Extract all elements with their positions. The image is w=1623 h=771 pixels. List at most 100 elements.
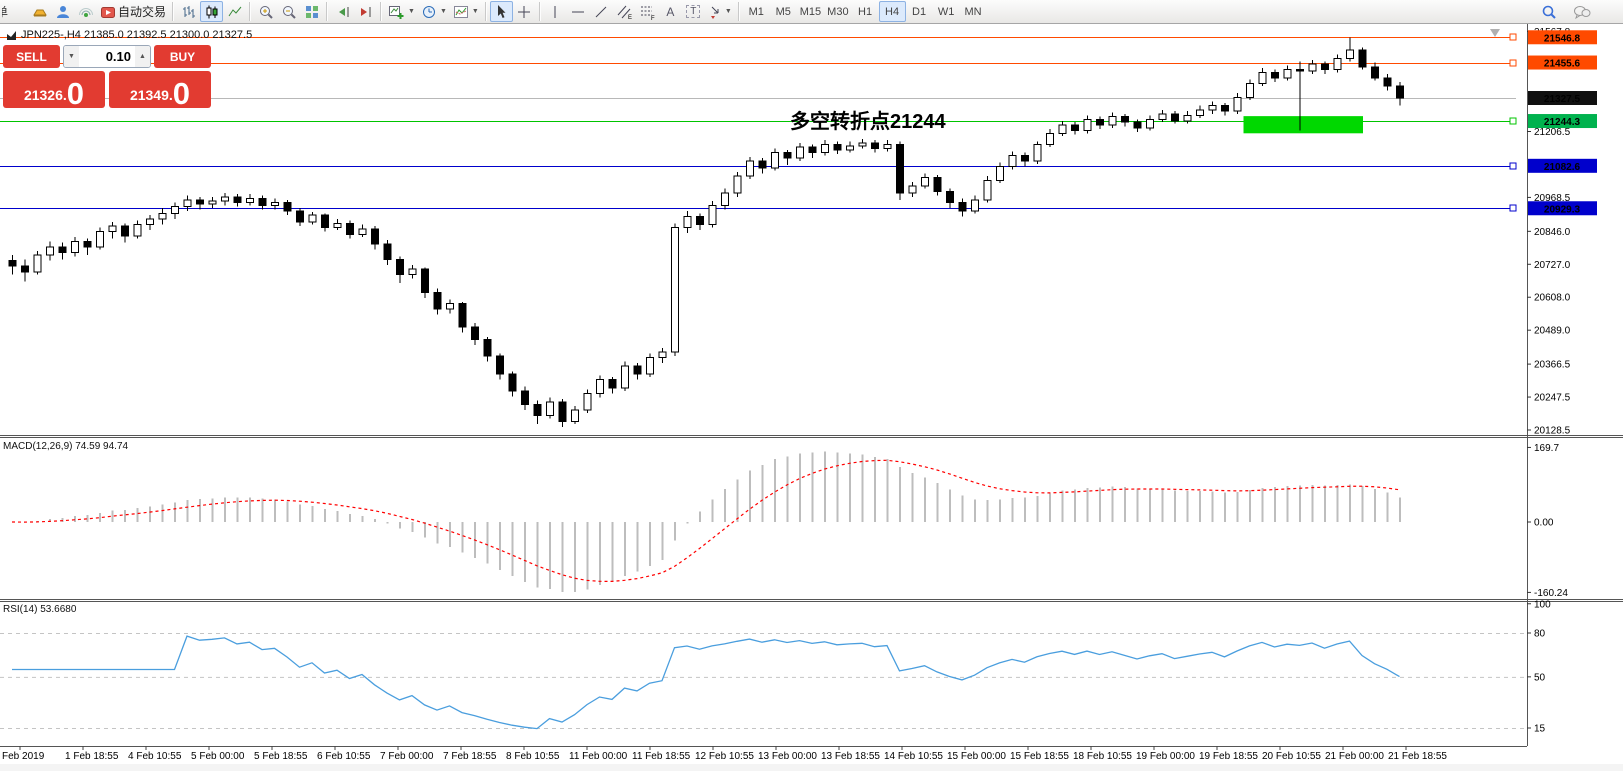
time-label[interactable]: 7 Feb 18:55 xyxy=(443,751,497,762)
highlight-rectangle[interactable] xyxy=(1244,116,1364,133)
timeframe-m1[interactable]: M1 xyxy=(743,1,770,22)
candle-body xyxy=(809,147,816,153)
line-handle[interactable] xyxy=(1510,34,1516,40)
community-button[interactable] xyxy=(51,1,74,22)
timeframe-mn[interactable]: MN xyxy=(960,1,987,22)
signal-button[interactable] xyxy=(74,1,97,22)
price-badge-label: 21244.3 xyxy=(1544,117,1581,128)
fibonacci-button[interactable]: F xyxy=(636,1,659,22)
candle-body xyxy=(134,225,141,236)
time-label[interactable]: 5 Feb 00:00 xyxy=(191,751,245,762)
time-label[interactable]: 14 Feb 10:55 xyxy=(884,751,943,762)
volume-input[interactable] xyxy=(79,46,135,67)
time-label[interactable]: 8 Feb 10:55 xyxy=(506,751,560,762)
candle-body xyxy=(1297,70,1304,71)
toolbar-separator xyxy=(738,2,740,21)
vertical-line-button[interactable] xyxy=(544,1,567,22)
candle-body xyxy=(72,241,79,252)
sell-button[interactable]: SELL xyxy=(3,45,60,68)
chat-button[interactable] xyxy=(1570,1,1594,22)
zoom-in-button[interactable] xyxy=(254,1,277,22)
volume-decrease-button[interactable]: ▼ xyxy=(64,46,79,67)
time-label[interactable]: 13 Feb 00:00 xyxy=(758,751,817,762)
time-label[interactable]: 21 Feb 00:00 xyxy=(1325,751,1384,762)
channel-button[interactable]: E xyxy=(613,1,636,22)
line-handle[interactable] xyxy=(1510,205,1516,211)
time-label[interactable]: 12 Feb 10:55 xyxy=(695,751,754,762)
time-label[interactable]: 5 Feb 18:55 xyxy=(254,751,308,762)
timeframe-m30[interactable]: M30 xyxy=(824,1,851,22)
timeframe-m15[interactable]: M15 xyxy=(797,1,824,22)
svg-text:E: E xyxy=(628,15,632,20)
time-label[interactable]: 19 Feb 00:00 xyxy=(1136,751,1195,762)
text-label-tool-label: T xyxy=(686,5,700,18)
time-label[interactable]: 20 Feb 10:55 xyxy=(1262,751,1321,762)
auto-scroll-button[interactable] xyxy=(331,1,354,22)
candle-body xyxy=(497,356,504,374)
zoom-out-button[interactable] xyxy=(277,1,300,22)
volume-increase-button[interactable]: ▲ xyxy=(135,46,150,67)
annotation-text[interactable]: 多空转折点21244 xyxy=(790,109,946,133)
candle-body xyxy=(572,410,579,421)
time-label[interactable]: 6 Feb 10:55 xyxy=(317,751,371,762)
buy-button[interactable]: BUY xyxy=(154,45,211,68)
trendline-button[interactable] xyxy=(590,1,613,22)
clipped-toolbar-button[interactable]: 单 xyxy=(1,0,26,23)
chart-canvas[interactable]: 多空转折点2124421567.821206.520968.520846.020… xyxy=(0,0,1623,771)
candlestick-chart-button[interactable] xyxy=(200,1,223,22)
time-label[interactable]: 18 Feb 10:55 xyxy=(1073,751,1132,762)
candle-body xyxy=(1247,83,1254,97)
candle-body xyxy=(1347,50,1354,58)
timeframe-m5[interactable]: M5 xyxy=(770,1,797,22)
cursor-button[interactable] xyxy=(490,1,513,22)
time-label[interactable]: 15 Feb 18:55 xyxy=(1010,751,1069,762)
sell-price-box[interactable]: 21326.0 xyxy=(3,71,105,108)
line-handle[interactable] xyxy=(1510,163,1516,169)
horizontal-line-button[interactable] xyxy=(567,1,590,22)
timeframe-d1[interactable]: D1 xyxy=(906,1,933,22)
time-label[interactable]: 19 Feb 18:55 xyxy=(1199,751,1258,762)
line-handle[interactable] xyxy=(1510,60,1516,66)
search-button[interactable] xyxy=(1537,1,1560,22)
time-label[interactable]: 11 Feb 18:55 xyxy=(632,751,691,762)
indicators-icon xyxy=(453,4,469,20)
time-label[interactable]: 4 Feb 10:55 xyxy=(128,751,182,762)
candle-body xyxy=(372,229,379,244)
time-label[interactable]: 7 Feb 00:00 xyxy=(380,751,434,762)
new-order-button[interactable] xyxy=(28,1,51,22)
scroll-end-marker[interactable] xyxy=(1490,29,1500,37)
time-label[interactable]: 15 Feb 00:00 xyxy=(947,751,1006,762)
timeframe-w1[interactable]: W1 xyxy=(933,1,960,22)
new-chart-button[interactable]: ▼ xyxy=(385,1,418,22)
time-label[interactable]: 21 Feb 18:55 xyxy=(1388,751,1447,762)
equidistant-channel-icon: E xyxy=(616,4,633,20)
arrows-menu-button[interactable]: ▼ xyxy=(705,1,735,22)
time-label[interactable]: Feb 2019 xyxy=(2,751,45,762)
crosshair-button[interactable] xyxy=(513,1,536,22)
auto-scroll-icon xyxy=(335,4,351,20)
text-button[interactable]: A xyxy=(659,1,682,22)
buy-price-box[interactable]: 21349.0 xyxy=(109,71,211,108)
time-label[interactable]: 13 Feb 18:55 xyxy=(821,751,880,762)
indicators-menu-button[interactable]: ▼ xyxy=(450,1,482,22)
autotrading-button[interactable]: 自动交易 xyxy=(97,1,169,22)
line-handle[interactable] xyxy=(1510,118,1516,124)
time-label[interactable]: 1 Feb 18:55 xyxy=(65,751,119,762)
text-label-button[interactable]: T xyxy=(682,1,705,22)
line-chart-button[interactable] xyxy=(223,1,246,22)
bar-chart-button[interactable] xyxy=(177,1,200,22)
tile-windows-button[interactable] xyxy=(300,1,323,22)
timeframe-h4[interactable]: H4 xyxy=(879,1,906,22)
candle-body xyxy=(897,144,904,192)
timeframe-h1[interactable]: H1 xyxy=(852,1,879,22)
timeframes-menu-button[interactable]: ▼ xyxy=(418,1,450,22)
chart-shift-button[interactable] xyxy=(354,1,377,22)
candle-body xyxy=(359,229,366,235)
candle-body xyxy=(1009,155,1016,166)
zoom-out-icon xyxy=(281,4,297,20)
time-label[interactable]: 11 Feb 00:00 xyxy=(569,751,628,762)
horizontal-scrollbar[interactable] xyxy=(0,764,1623,771)
dropdown-arrow-icon: ▼ xyxy=(725,8,732,15)
buy-price: 21349. xyxy=(130,87,173,107)
chart-shift-icon xyxy=(358,4,374,20)
